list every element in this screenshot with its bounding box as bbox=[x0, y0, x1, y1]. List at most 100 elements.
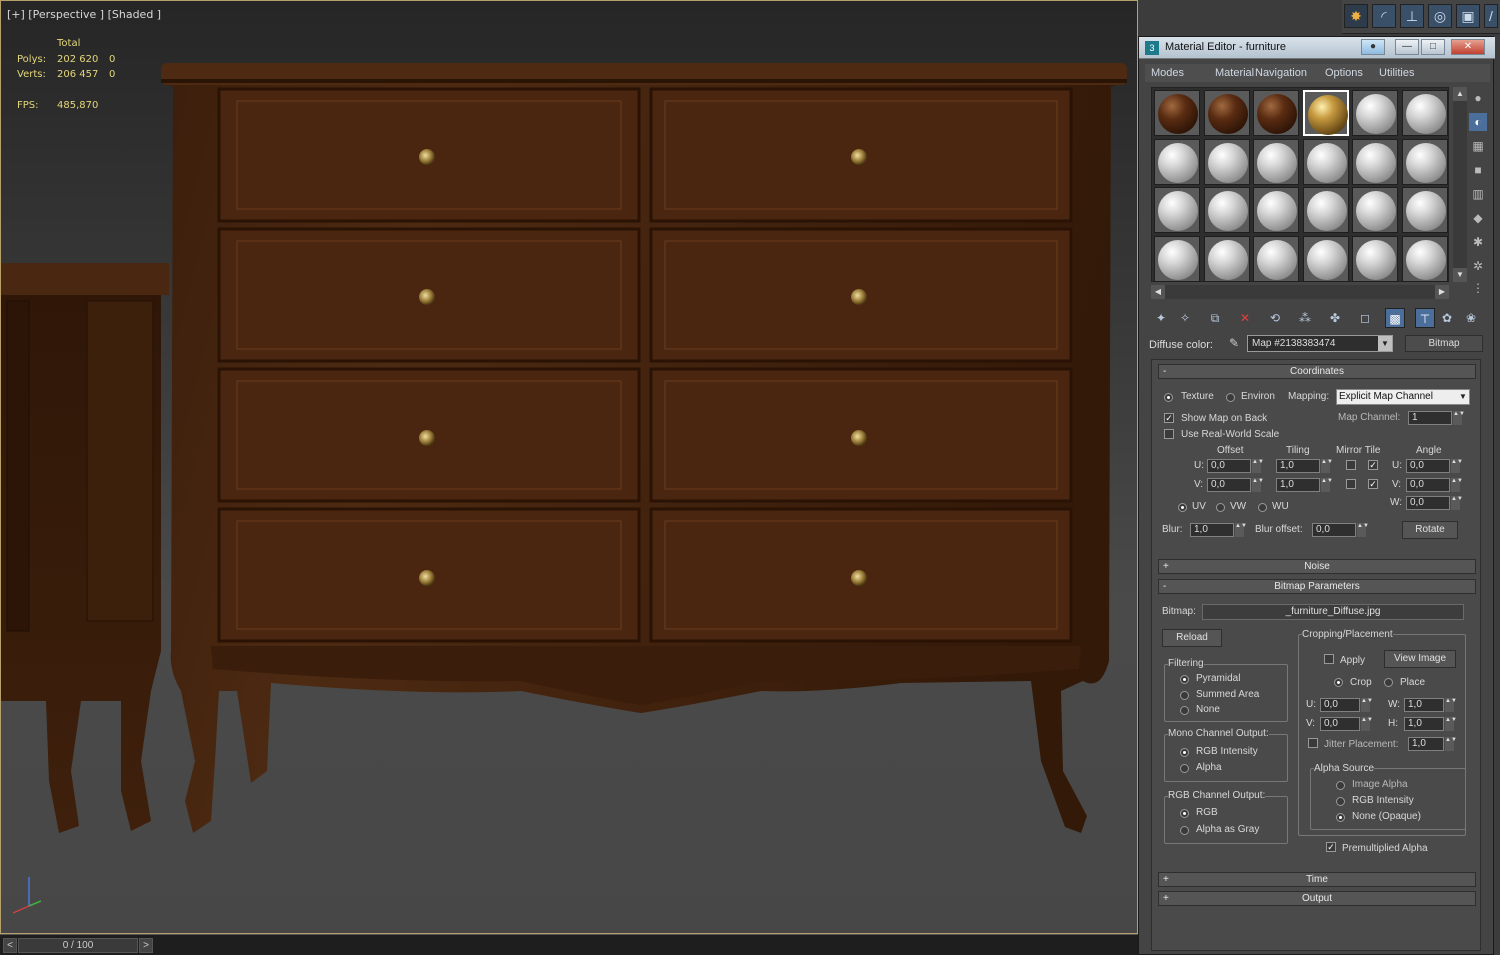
material-id-channel-icon[interactable]: ◻ bbox=[1355, 308, 1375, 328]
menu-utilities[interactable]: Utilities bbox=[1379, 67, 1414, 79]
crop-h-spinner[interactable]: 1,0 ▲▼ bbox=[1404, 717, 1457, 731]
material-sample-slot[interactable] bbox=[1203, 138, 1250, 185]
material-editor-titlebar[interactable]: 3 Material Editor - furniture ● — □ ✕ bbox=[1139, 37, 1495, 59]
minimize-button[interactable]: — bbox=[1395, 39, 1419, 55]
material-sample-slot[interactable] bbox=[1302, 138, 1349, 185]
blur-spinner[interactable]: 1,0 ▲▼ bbox=[1190, 523, 1247, 537]
put-to-library-icon[interactable]: ✤ bbox=[1325, 308, 1345, 328]
scroll-down-icon[interactable]: ▼ bbox=[1453, 268, 1467, 282]
timeline-prev-button[interactable]: < bbox=[3, 938, 17, 953]
go-forward-sibling-icon[interactable]: ❀ bbox=[1461, 308, 1481, 328]
texture-radio[interactable] bbox=[1164, 393, 1173, 402]
motion-tab-icon[interactable]: ◎ bbox=[1428, 4, 1452, 28]
summed-area-radio[interactable] bbox=[1180, 691, 1189, 700]
place-radio[interactable] bbox=[1384, 678, 1393, 687]
material-sample-slot[interactable] bbox=[1352, 90, 1398, 136]
tiling-u-spinner[interactable]: 1,0 ▲▼ bbox=[1276, 459, 1333, 473]
make-unique-icon[interactable]: ⁂ bbox=[1295, 308, 1315, 328]
crop-v-spinner[interactable]: 0,0 ▲▼ bbox=[1320, 717, 1373, 731]
environ-radio[interactable] bbox=[1226, 393, 1235, 402]
mirror-u-checkbox[interactable] bbox=[1346, 460, 1356, 470]
reset-map-icon[interactable]: ✕ bbox=[1235, 308, 1255, 328]
put-to-scene-icon[interactable]: ✧ bbox=[1175, 308, 1195, 328]
timeline-bar[interactable]: < 0 / 100 > bbox=[0, 934, 1138, 955]
display-tab-icon[interactable]: ▣ bbox=[1456, 4, 1480, 28]
timeline-next-button[interactable]: > bbox=[139, 938, 153, 953]
show-map-on-back-checkbox[interactable]: ✓ bbox=[1164, 413, 1174, 423]
utilities-tab-icon[interactable]: / bbox=[1484, 4, 1498, 28]
none-opaque-radio[interactable] bbox=[1336, 813, 1345, 822]
sample-slots-grid[interactable] bbox=[1151, 87, 1449, 282]
material-sample-slot[interactable] bbox=[1203, 90, 1250, 136]
material-sample-slot[interactable] bbox=[1253, 90, 1299, 136]
crop-u-spinner[interactable]: 0,0 ▲▼ bbox=[1320, 698, 1373, 712]
map-name-dropdown[interactable]: Map #2138383474 ▼ bbox=[1247, 335, 1393, 352]
crop-radio[interactable] bbox=[1334, 678, 1343, 687]
modify-tab-icon[interactable]: ◜ bbox=[1372, 4, 1396, 28]
assign-to-selection-icon[interactable]: ⧉ bbox=[1205, 308, 1225, 328]
select-by-material-icon[interactable]: ✲ bbox=[1469, 257, 1487, 275]
material-sample-slot[interactable] bbox=[1203, 235, 1250, 282]
timeline-slider[interactable]: 0 / 100 bbox=[18, 938, 138, 953]
menu-modes[interactable]: Modes bbox=[1151, 67, 1184, 79]
material-sample-slot[interactable] bbox=[1253, 235, 1299, 282]
backlight-icon[interactable]: ◐ bbox=[1469, 113, 1487, 131]
material-sample-slot[interactable] bbox=[1401, 187, 1448, 233]
scroll-right-icon[interactable]: ▶ bbox=[1435, 285, 1449, 299]
get-material-icon[interactable]: ✦ bbox=[1151, 308, 1171, 328]
menu-material[interactable]: Material bbox=[1215, 67, 1254, 79]
slots-horizontal-scrollbar[interactable]: ◀ ▶ bbox=[1151, 285, 1449, 299]
map-channel-spinner[interactable]: 1 ▲▼ bbox=[1408, 411, 1465, 425]
make-preview-icon[interactable]: ◆ bbox=[1469, 209, 1487, 227]
filter-none-radio[interactable] bbox=[1180, 706, 1189, 715]
background-checker-icon[interactable]: ▦ bbox=[1469, 137, 1487, 155]
tile-v-checkbox[interactable]: ✓ bbox=[1368, 479, 1378, 489]
alpha-as-gray-radio[interactable] bbox=[1180, 826, 1189, 835]
image-alpha-radio[interactable] bbox=[1336, 781, 1345, 790]
scroll-up-icon[interactable]: ▲ bbox=[1453, 87, 1467, 101]
material-sample-slot[interactable] bbox=[1154, 90, 1200, 136]
output-rollout-header[interactable]: + Output bbox=[1158, 891, 1476, 906]
material-sample-slot[interactable] bbox=[1253, 138, 1299, 185]
make-copy-icon[interactable]: ⟲ bbox=[1265, 308, 1285, 328]
rgb-radio[interactable] bbox=[1180, 809, 1189, 818]
view-image-button[interactable]: View Image bbox=[1384, 650, 1456, 668]
material-sample-slot[interactable] bbox=[1302, 90, 1349, 136]
offset-u-spinner[interactable]: 0,0 ▲▼ bbox=[1207, 459, 1264, 473]
map-type-button[interactable]: Bitmap bbox=[1405, 335, 1483, 352]
crop-w-spinner[interactable]: 1,0 ▲▼ bbox=[1404, 698, 1457, 712]
angle-v-spinner[interactable]: 0,0 ▲▼ bbox=[1406, 478, 1463, 492]
material-sample-slot[interactable] bbox=[1352, 138, 1398, 185]
material-sample-slot[interactable] bbox=[1154, 138, 1200, 185]
tile-u-checkbox[interactable]: ✓ bbox=[1368, 460, 1378, 470]
uv-radio[interactable] bbox=[1178, 503, 1187, 512]
show-shaded-material-icon[interactable]: ▩ bbox=[1385, 308, 1405, 328]
apply-checkbox[interactable] bbox=[1324, 654, 1334, 664]
options-icon[interactable]: ✱ bbox=[1469, 233, 1487, 251]
material-sample-slot[interactable] bbox=[1154, 235, 1200, 282]
tiling-v-spinner[interactable]: 1,0 ▲▼ bbox=[1276, 478, 1333, 492]
material-sample-slot[interactable] bbox=[1352, 187, 1398, 233]
create-tab-icon[interactable]: ✸ bbox=[1344, 4, 1368, 28]
jitter-spinner[interactable]: 1,0 ▲▼ bbox=[1408, 737, 1457, 751]
go-to-parent-icon[interactable]: ✿ bbox=[1437, 308, 1457, 328]
sample-uv-tiling-icon[interactable]: ■ bbox=[1469, 161, 1487, 179]
scroll-left-icon[interactable]: ◀ bbox=[1151, 285, 1165, 299]
use-real-world-checkbox[interactable] bbox=[1164, 429, 1174, 439]
menu-options[interactable]: Options bbox=[1325, 67, 1363, 79]
blur-offset-spinner[interactable]: 0,0 ▲▼ bbox=[1312, 523, 1369, 537]
close-button[interactable]: ✕ bbox=[1451, 39, 1485, 55]
hierarchy-tab-icon[interactable]: ⊥ bbox=[1400, 4, 1424, 28]
sample-type-icon[interactable]: ● bbox=[1469, 89, 1487, 107]
slots-vertical-scrollbar[interactable]: ▲ ▼ bbox=[1453, 87, 1467, 282]
premultiplied-checkbox[interactable]: ✓ bbox=[1326, 842, 1336, 852]
pyramidal-radio[interactable] bbox=[1180, 675, 1189, 684]
window-mode-icon[interactable]: ● bbox=[1361, 39, 1385, 55]
rgb-intensity-radio[interactable] bbox=[1180, 748, 1189, 757]
jitter-checkbox[interactable] bbox=[1308, 738, 1318, 748]
reload-button[interactable]: Reload bbox=[1162, 629, 1222, 647]
time-rollout-header[interactable]: + Time bbox=[1158, 872, 1476, 887]
angle-u-spinner[interactable]: 0,0 ▲▼ bbox=[1406, 459, 1463, 473]
perspective-viewport[interactable]: [+] [Perspective ] [Shaded ] Total Polys… bbox=[0, 0, 1138, 934]
rgb-intensity-alpha-radio[interactable] bbox=[1336, 797, 1345, 806]
